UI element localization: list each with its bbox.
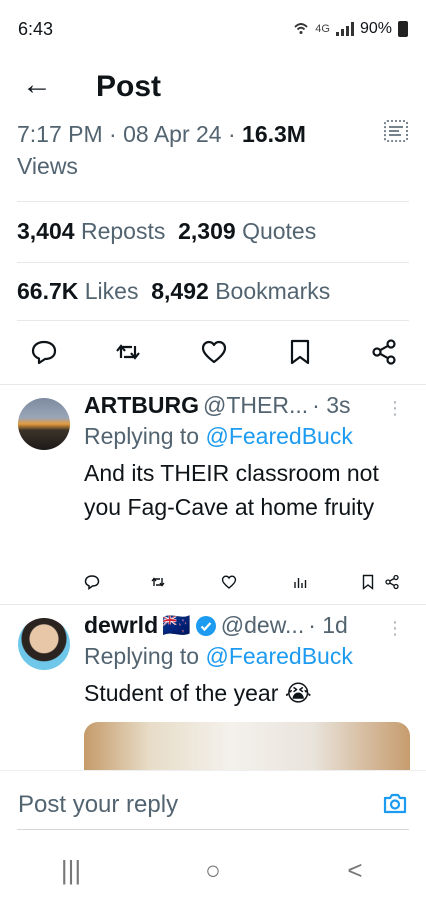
reposts-count: 3,404	[17, 218, 75, 244]
camera-icon[interactable]	[382, 791, 408, 815]
reply-icon[interactable]	[30, 338, 58, 366]
system-navigation-bar: ||| ○ <	[0, 840, 426, 900]
likes-stat[interactable]: 66.7K Likes	[17, 278, 138, 304]
avatar[interactable]	[18, 398, 70, 450]
reply-author-handle[interactable]: @THER...	[203, 392, 308, 419]
status-time: 6:43	[18, 18, 54, 39]
divider	[17, 201, 409, 202]
divider	[17, 320, 409, 321]
back-arrow-icon[interactable]: ←	[22, 70, 52, 100]
reply-body: dewrld 🇳🇿 @dew... · 1d Replying to @Fear…	[84, 612, 412, 710]
reply-actions	[84, 574, 412, 592]
repost-icon[interactable]	[150, 574, 166, 590]
reply-icon[interactable]	[84, 574, 100, 590]
reply-input[interactable]: Post your reply	[18, 791, 178, 819]
post-date: 08 Apr 24	[123, 121, 222, 147]
views-chart-icon[interactable]	[292, 574, 308, 590]
battery-percent: 90%	[359, 20, 392, 37]
divider	[17, 262, 409, 263]
replying-to-mention[interactable]: @FearedBuck	[205, 423, 352, 449]
quotes-label: Quotes	[242, 218, 317, 244]
post-actions	[0, 338, 426, 368]
views-count: 16.3M	[242, 121, 306, 147]
views-label: Views	[17, 153, 78, 179]
status-bar: 6:43 4G 90%	[0, 0, 426, 58]
reply-text: And its THEIR classroom not you Fag-Cave…	[84, 460, 379, 520]
replying-to: Replying to @FearedBuck	[84, 643, 412, 670]
home-icon[interactable]: ○	[183, 855, 243, 886]
bookmark-icon[interactable]	[286, 338, 314, 366]
replying-to: Replying to @FearedBuck	[84, 423, 412, 450]
network-type: 4G	[315, 23, 330, 35]
signal-icon	[335, 22, 354, 36]
page-title: Post	[96, 70, 162, 103]
reply-item[interactable]: dewrld 🇳🇿 @dew... · 1d Replying to @Fear…	[0, 604, 426, 770]
flag-emoji: 🇳🇿	[162, 612, 191, 638]
reply-item[interactable]: ARTBURG @THER... · 3s Replying to @Feare…	[0, 384, 426, 604]
reply-author-name[interactable]: ARTBURG	[84, 392, 199, 419]
post-meta: 7:17 PM · 08 Apr 24 · 16.3M Views	[17, 118, 367, 182]
reply-time: · 1d	[308, 612, 348, 638]
replying-to-mention[interactable]: @FearedBuck	[205, 643, 352, 669]
avatar[interactable]	[18, 618, 70, 670]
reposts-stat[interactable]: 3,404 Reposts	[17, 218, 165, 244]
reply-header: ARTBURG @THER... · 3s	[84, 392, 412, 419]
likes-label: Likes	[84, 278, 139, 304]
share-icon[interactable]	[370, 338, 398, 366]
verified-badge-icon	[195, 615, 216, 636]
stats-reposts-quotes: 3,404 Reposts 2,309 Quotes	[17, 218, 316, 245]
bookmarks-label: Bookmarks	[215, 278, 331, 304]
like-heart-icon[interactable]	[221, 574, 237, 590]
post-time: 7:17 PM	[17, 121, 103, 147]
repost-icon[interactable]	[114, 338, 142, 366]
more-options-icon[interactable]: ⋮	[386, 618, 404, 639]
like-heart-icon[interactable]	[200, 338, 228, 366]
battery-icon	[398, 21, 408, 37]
analytics-icon[interactable]	[384, 120, 408, 142]
reposts-label: Reposts	[80, 218, 166, 244]
reply-author-handle[interactable]: @dew...	[221, 612, 304, 639]
status-icons: 4G 90%	[293, 20, 408, 38]
wifi-calling-icon	[294, 23, 308, 34]
bookmarks-count: 8,492	[151, 278, 209, 304]
quotes-count: 2,309	[178, 218, 236, 244]
reply-composer: Post your reply	[0, 770, 426, 840]
likes-count: 66.7K	[17, 278, 79, 304]
bookmarks-stat[interactable]: 8,492 Bookmarks	[151, 278, 330, 304]
reply-media-image[interactable]	[84, 722, 410, 770]
bookmark-icon[interactable]	[360, 574, 376, 590]
meta-separator: ·	[102, 121, 124, 147]
recent-apps-icon[interactable]: |||	[41, 855, 101, 886]
back-nav-icon[interactable]: <	[325, 855, 385, 886]
reply-text: Student of the year 😭	[84, 680, 312, 706]
more-options-icon[interactable]: ⋮	[386, 398, 404, 419]
reply-time: · 3s	[312, 392, 351, 418]
stats-likes-bookmarks: 66.7K Likes 8,492 Bookmarks	[17, 278, 330, 305]
meta-separator: ·	[221, 121, 243, 147]
replying-to-label: Replying to	[84, 643, 200, 669]
composer-underline	[17, 829, 409, 830]
replying-to-label: Replying to	[84, 423, 200, 449]
reply-body: ARTBURG @THER... · 3s Replying to @Feare…	[84, 392, 412, 524]
reply-header: dewrld 🇳🇿 @dew... · 1d	[84, 612, 412, 639]
quotes-stat[interactable]: 2,309 Quotes	[178, 218, 316, 244]
share-icon[interactable]	[384, 574, 400, 590]
header: ← Post	[0, 60, 426, 116]
reply-author-name[interactable]: dewrld	[84, 612, 158, 639]
